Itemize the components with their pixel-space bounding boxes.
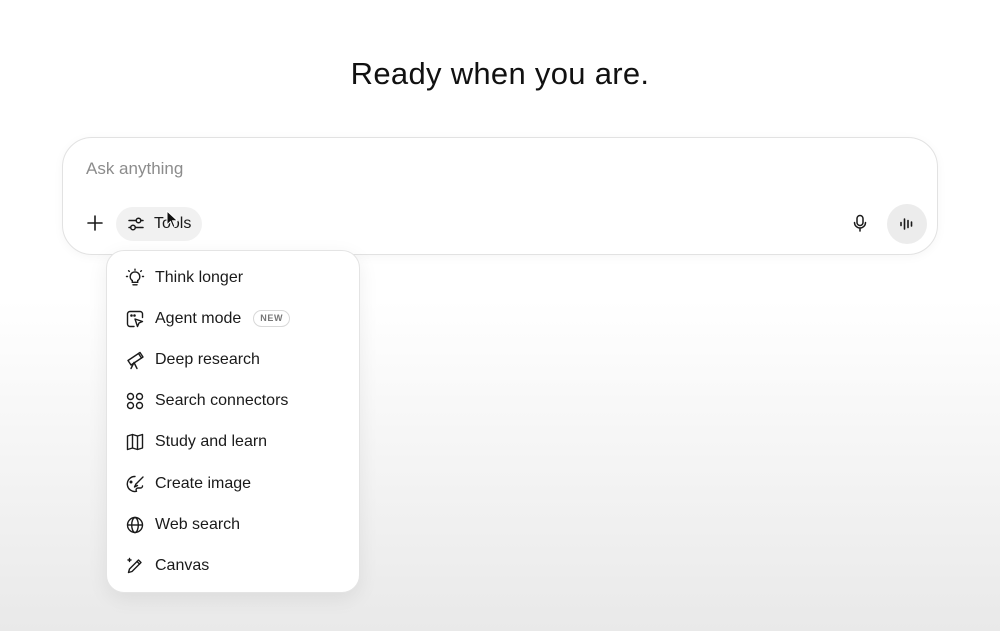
lightbulb-icon <box>124 267 146 289</box>
prompt-input[interactable] <box>86 156 846 182</box>
agent-cursor-icon <box>124 308 146 330</box>
sliders-icon <box>128 217 144 231</box>
menu-item-label: Study and learn <box>155 433 268 451</box>
menu-item-label: Think longer <box>155 268 244 286</box>
voice-mode-button[interactable] <box>887 204 927 244</box>
dictate-button[interactable] <box>845 208 875 238</box>
new-badge: NEW <box>253 310 291 328</box>
menu-item-label: Search connectors <box>155 392 289 410</box>
menu-item-deep-research[interactable]: Deep research <box>107 339 359 380</box>
tools-label: Tools <box>154 215 192 232</box>
pencil-sparkle-icon <box>124 555 146 577</box>
plus-icon <box>87 215 103 231</box>
page-headline: Ready when you are. <box>350 56 650 91</box>
menu-item-label: Agent mode <box>155 309 242 327</box>
prompt-composer: Tools <box>62 137 938 255</box>
telescope-icon <box>124 349 146 371</box>
menu-item-label: Web search <box>155 515 241 533</box>
menu-item-create-image[interactable]: Create image <box>107 463 359 504</box>
microphone-icon <box>853 214 867 232</box>
globe-icon <box>124 514 146 536</box>
tools-button[interactable]: Tools <box>116 207 202 241</box>
connectors-icon <box>124 390 146 412</box>
voice-waveform-icon <box>900 218 913 230</box>
menu-item-label: Canvas <box>155 556 210 574</box>
add-attachment-button[interactable] <box>80 208 110 238</box>
menu-item-label: Create image <box>155 474 252 492</box>
palette-icon <box>124 473 146 495</box>
menu-item-agent-mode[interactable]: Agent mode NEW <box>107 298 359 339</box>
book-icon <box>124 431 146 453</box>
menu-item-search-connectors[interactable]: Search connectors <box>107 381 359 422</box>
menu-item-think-longer[interactable]: Think longer <box>107 257 359 298</box>
menu-item-label: Deep research <box>155 350 260 368</box>
menu-item-canvas[interactable]: Canvas <box>107 545 359 586</box>
menu-item-web-search[interactable]: Web search <box>107 504 359 545</box>
tools-menu: Think longer Agent mode NEW Deep researc… <box>106 250 360 593</box>
menu-item-study-and-learn[interactable]: Study and learn <box>107 422 359 463</box>
